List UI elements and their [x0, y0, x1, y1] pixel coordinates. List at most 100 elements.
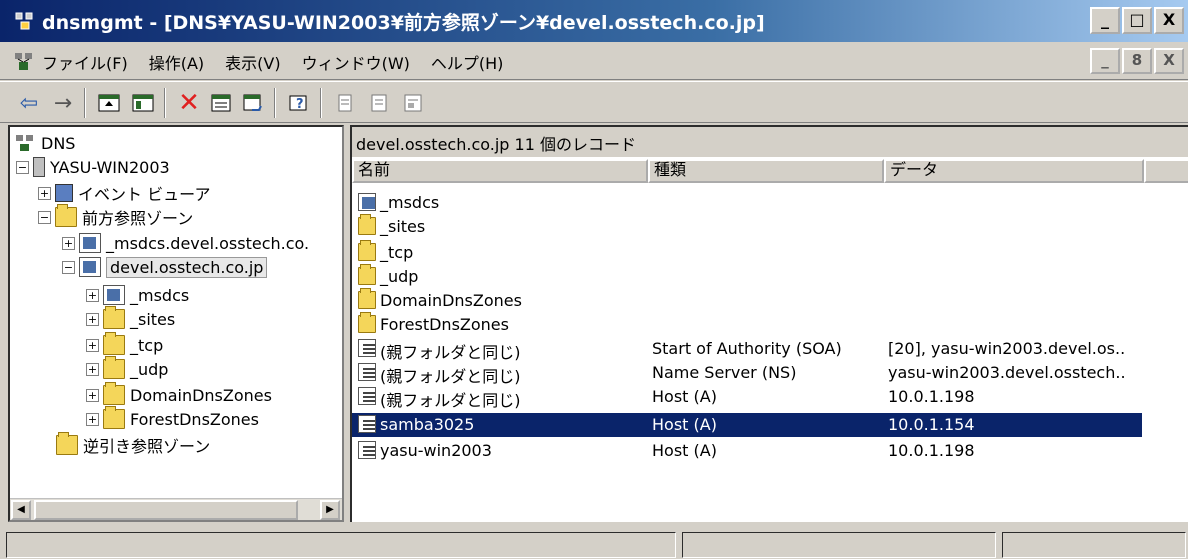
toolbar-separator — [164, 88, 166, 118]
list-item[interactable]: DomainDnsZones — [352, 288, 1142, 313]
tree-item-event-viewer[interactable]: + イベント ビューア — [38, 181, 210, 205]
scroll-left-arrow-icon[interactable]: ◀ — [11, 500, 31, 520]
expand-toggle[interactable]: + — [86, 412, 99, 426]
record-type: Start of Authority (SOA) — [652, 339, 842, 358]
svg-text:?: ? — [296, 97, 304, 112]
tree-label: DomainDnsZones — [130, 385, 272, 405]
expand-toggle[interactable]: + — [86, 338, 99, 352]
records-list: devel.osstech.co.jp 11 個のレコード 名前 種類 データ … — [350, 125, 1188, 522]
menu-file[interactable]: ファイル(F) — [42, 50, 128, 74]
column-header-name[interactable]: 名前 — [352, 159, 648, 183]
mmc-console-icon[interactable] — [12, 50, 36, 74]
refresh-icon[interactable] — [238, 88, 268, 118]
menu-bar: ファイル(F) 操作(A) 表示(V) ウィンドウ(W) ヘルプ(H) _ 8 … — [0, 42, 1188, 80]
event-viewer-icon — [55, 184, 73, 202]
expand-toggle[interactable]: + — [86, 362, 99, 376]
record-name: ForestDnsZones — [380, 315, 509, 334]
tree-label: ForestDnsZones — [130, 409, 259, 429]
tree-label: DNS — [41, 133, 76, 153]
record-icon — [358, 441, 376, 459]
folder-icon — [55, 204, 77, 227]
list-item[interactable]: _msdcs — [352, 191, 1142, 215]
record-type: Host (A) — [652, 415, 717, 434]
minimize-button[interactable]: _ — [1090, 7, 1120, 34]
tree-item-sites[interactable]: + _sites — [86, 306, 175, 331]
mdi-close-button[interactable]: X — [1154, 48, 1184, 74]
dns-app-icon — [15, 12, 33, 30]
tree-item-domaindnszones[interactable]: + DomainDnsZones — [86, 382, 272, 407]
folder-icon — [358, 214, 376, 235]
window-title: dnsmgmt - [DNS¥YASU-WIN2003¥前方参照ゾーン¥deve… — [42, 12, 765, 34]
zone-icon — [79, 233, 101, 253]
list-item[interactable]: ForestDnsZones — [352, 312, 1142, 337]
maximize-button[interactable]: □ — [1122, 7, 1152, 34]
tree-label: devel.osstech.co.jp — [106, 256, 268, 278]
menu-view[interactable]: 表示(V) — [225, 50, 280, 74]
list-item[interactable]: (親フォルダと同じ) Start of Authority (SOA) [20]… — [352, 337, 1142, 362]
delete-icon[interactable]: ✕ — [174, 88, 204, 118]
mdi-minimize-button[interactable]: _ — [1090, 48, 1120, 74]
collapse-toggle[interactable]: − — [62, 260, 75, 274]
record-data: 10.0.1.154 — [888, 415, 975, 434]
properties-icon[interactable] — [206, 88, 236, 118]
toolbar: ⇦ → ✕ ? — [0, 81, 1188, 123]
forward-arrow-icon[interactable]: → — [48, 88, 78, 118]
menu-window[interactable]: ウィンドウ(W) — [302, 50, 410, 74]
tree-item-forward-zones[interactable]: − 前方参照ゾーン — [38, 204, 193, 229]
record-icon-3[interactable] — [398, 88, 428, 118]
list-item[interactable]: _tcp — [352, 240, 1142, 265]
list-item-selected[interactable]: samba3025 Host (A) 10.0.1.154 — [352, 413, 1142, 437]
zone-icon — [103, 285, 125, 305]
list-item[interactable]: _udp — [352, 264, 1142, 289]
tree-label: _msdcs — [130, 285, 190, 305]
record-icon-2[interactable] — [364, 88, 394, 118]
menu-help[interactable]: ヘルプ(H) — [431, 50, 504, 74]
list-item[interactable]: _sites — [352, 214, 1142, 239]
expand-toggle[interactable]: + — [86, 388, 99, 402]
tree-horizontal-scrollbar[interactable]: ◀ ▶ — [10, 498, 342, 520]
record-icon-1[interactable] — [330, 88, 360, 118]
tree-label: _tcp — [130, 335, 164, 355]
back-arrow-icon[interactable]: ⇦ — [14, 88, 44, 118]
tree-item-reverse-zones[interactable]: 逆引き参照ゾーン — [56, 432, 210, 457]
collapse-toggle[interactable]: − — [38, 210, 51, 224]
show-hide-tree-icon[interactable] — [128, 88, 158, 118]
tree-item-server[interactable]: − YASU-WIN2003 — [16, 155, 170, 179]
folder-icon — [358, 240, 376, 261]
toolbar-separator — [320, 88, 322, 118]
mdi-restore-button[interactable]: 8 — [1122, 48, 1152, 74]
menu-action[interactable]: 操作(A) — [149, 50, 204, 74]
tree-item-msdcs-zone[interactable]: + _msdcs.devel.osstech.co. — [62, 231, 309, 255]
tree-item-forestdnszones[interactable]: + ForestDnsZones — [86, 406, 259, 431]
record-name: (親フォルダと同じ) — [380, 367, 521, 386]
column-header-type[interactable]: 種類 — [648, 159, 884, 183]
collapse-toggle[interactable]: − — [16, 160, 29, 174]
tree-item-devel-zone[interactable]: − devel.osstech.co.jp — [62, 255, 268, 279]
list-item[interactable]: yasu-win2003 Host (A) 10.0.1.198 — [352, 439, 1142, 463]
expand-toggle[interactable]: + — [86, 312, 99, 326]
folder-icon — [358, 288, 376, 309]
list-item[interactable]: (親フォルダと同じ) Host (A) 10.0.1.198 — [352, 385, 1142, 410]
tree-item-tcp[interactable]: + _tcp — [86, 332, 164, 357]
scroll-thumb[interactable] — [34, 500, 298, 520]
tree-item-udp[interactable]: + _udp — [86, 356, 168, 381]
list-item[interactable]: (親フォルダと同じ) Name Server (NS) yasu-win2003… — [352, 361, 1142, 386]
expand-toggle[interactable]: + — [38, 186, 51, 200]
record-data: [20], yasu-win2003.devel.os.. — [888, 339, 1126, 358]
scroll-right-arrow-icon[interactable]: ▶ — [320, 500, 340, 520]
column-header-blank[interactable] — [1144, 159, 1188, 183]
up-folder-icon[interactable] — [94, 88, 124, 118]
tree-item-dns-root[interactable]: DNS — [14, 131, 75, 155]
status-panel-3 — [1002, 532, 1186, 558]
expand-toggle[interactable]: + — [86, 288, 99, 302]
tree-label: _msdcs.devel.osstech.co. — [106, 233, 310, 253]
console-tree: DNS − YASU-WIN2003 + イベント ビューア − 前方参照ゾーン… — [8, 125, 344, 522]
column-header-data[interactable]: データ — [884, 159, 1144, 183]
zone-icon — [79, 257, 101, 277]
help-icon[interactable]: ? — [284, 88, 314, 118]
close-button[interactable]: X — [1154, 7, 1184, 34]
expand-toggle[interactable]: + — [62, 236, 75, 250]
toolbar-separator — [84, 88, 86, 118]
tree-item-msdcs[interactable]: + _msdcs — [86, 283, 189, 307]
folder-icon — [103, 406, 125, 429]
